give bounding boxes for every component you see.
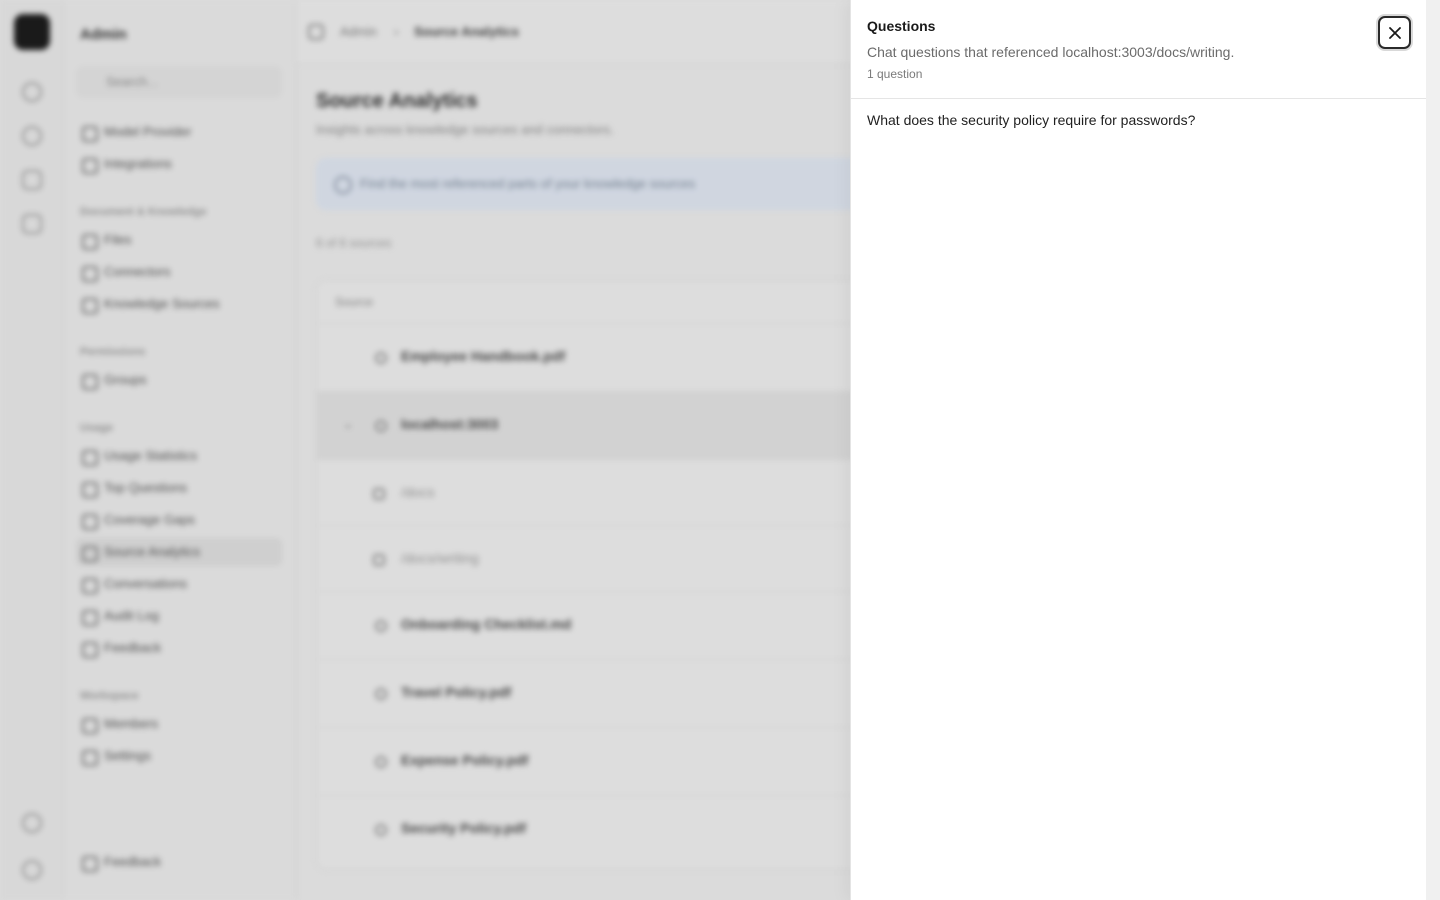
sheet-description: Chat questions that referenced localhost… — [867, 44, 1235, 60]
close-icon — [1389, 27, 1401, 39]
sheet-title: Questions — [867, 18, 936, 34]
app-root: Admin Search... Model Provider Integrati… — [0, 0, 1440, 900]
questions-sheet: Questions Chat questions that referenced… — [850, 0, 1426, 900]
sheet-header: Questions Chat questions that referenced… — [851, 0, 1426, 99]
window-edge — [1426, 0, 1440, 900]
close-button[interactable] — [1378, 16, 1411, 49]
question-item[interactable]: What does the security policy require fo… — [867, 112, 1195, 128]
question-count: 1 question — [867, 67, 923, 81]
